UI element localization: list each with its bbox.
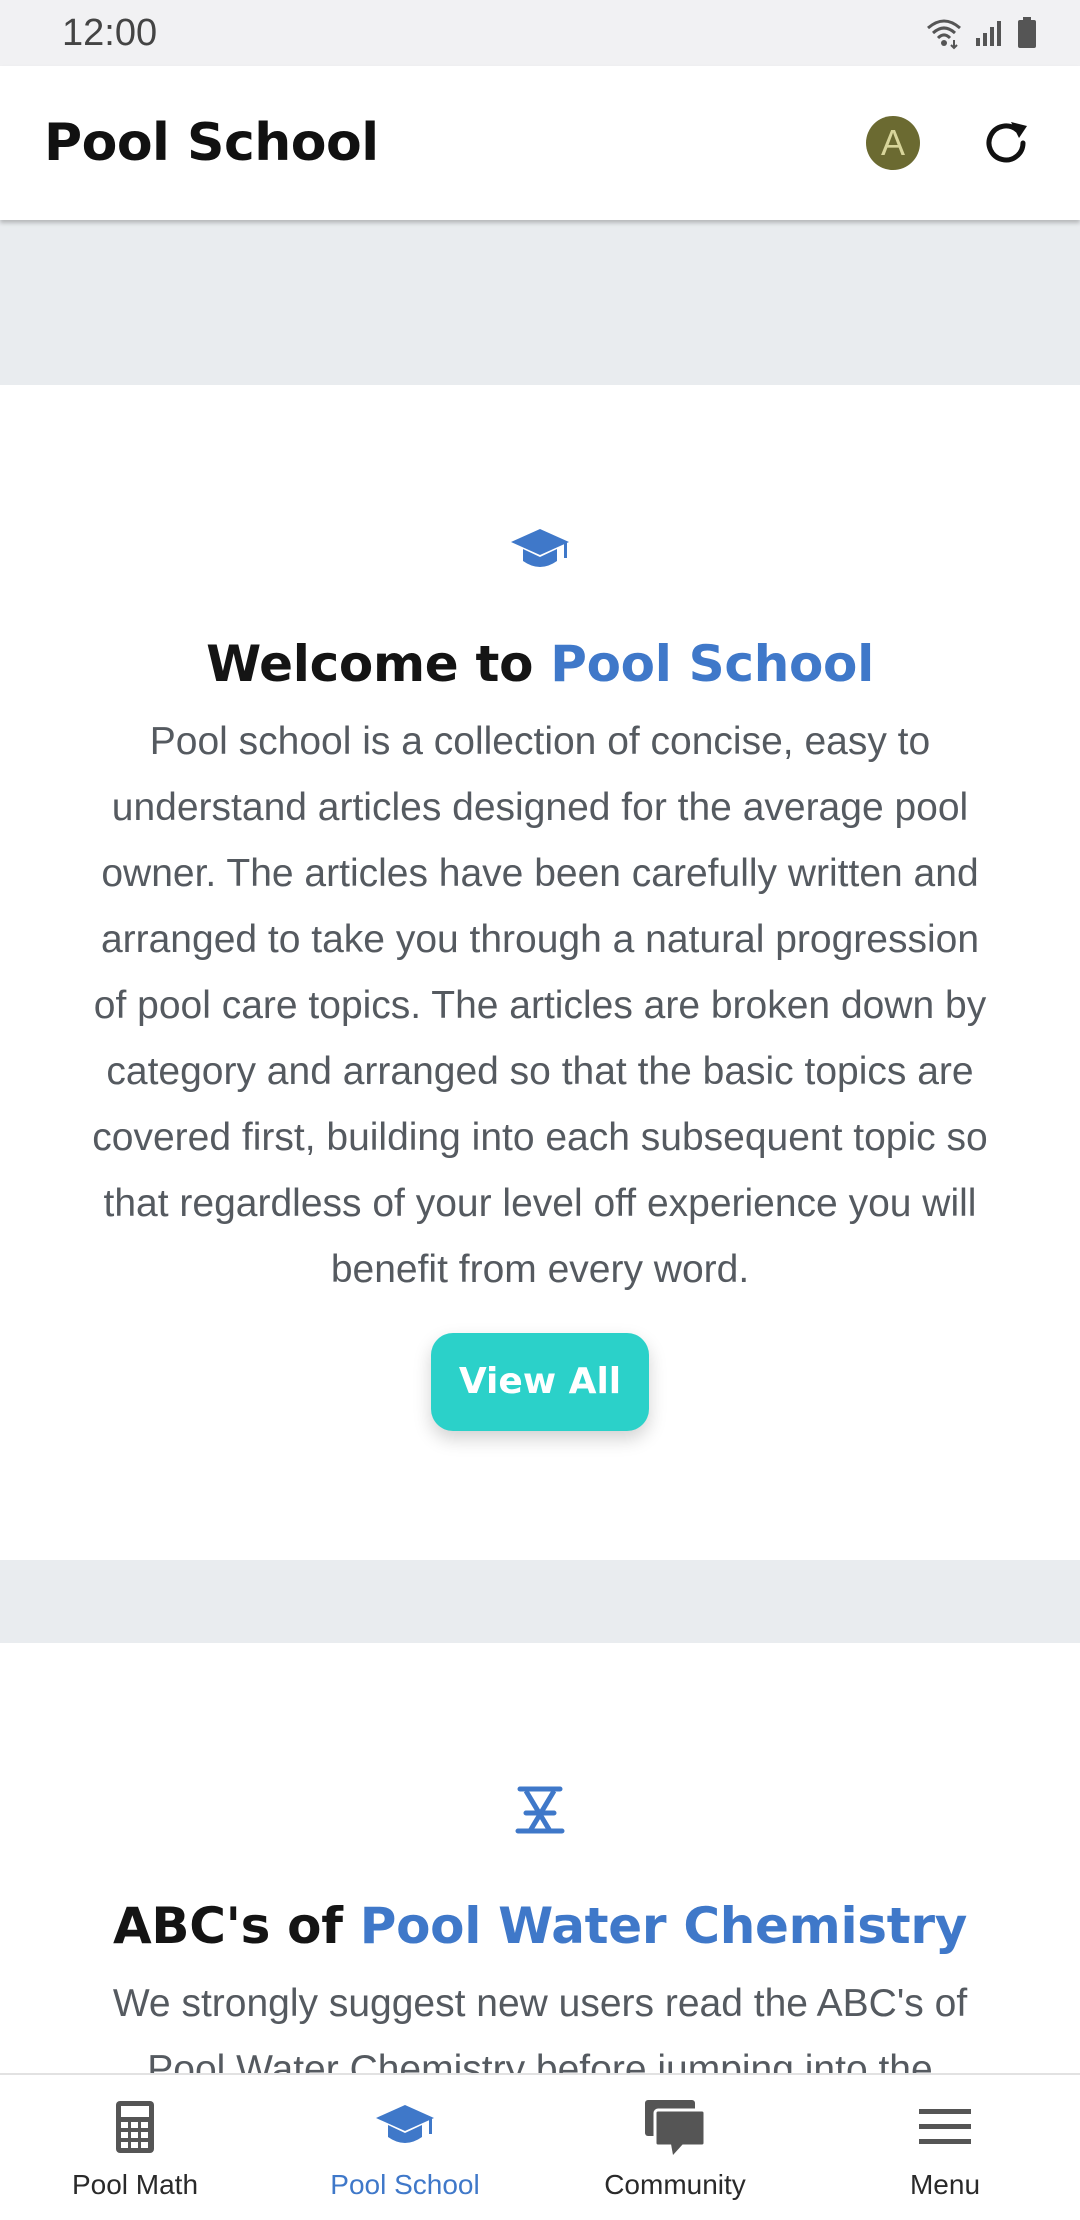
flask-icon (515, 1786, 565, 1834)
nav-item-pool-math[interactable]: Pool Math (0, 2075, 270, 2220)
refresh-button[interactable] (976, 113, 1036, 173)
avatar[interactable]: A (866, 116, 920, 170)
refresh-icon (986, 122, 1027, 163)
card-heading: ABC's of Pool Water Chemistry (0, 1897, 1080, 1955)
nav-item-menu[interactable]: Menu (810, 2075, 1080, 2220)
heading-prefix: ABC's of (112, 1897, 360, 1955)
status-bar: 12:00 (0, 0, 1080, 66)
nav-label: Pool School (330, 2169, 480, 2200)
app-bar: Pool School A (0, 66, 1080, 220)
status-time: 12:00 (62, 11, 158, 54)
nav-item-pool-school[interactable]: Pool School (270, 2075, 540, 2220)
nav-item-community[interactable]: Community (540, 2075, 810, 2220)
status-icons (924, 16, 1038, 50)
hamburger-menu-icon (919, 2109, 971, 2144)
battery-icon (1018, 17, 1036, 48)
welcome-card: Welcome to Pool School Pool school is a … (0, 385, 1080, 1560)
signal-icon (976, 21, 1001, 46)
heading-prefix: Welcome to (206, 635, 551, 693)
calculator-icon (116, 2101, 154, 2153)
card-icon-container (0, 1783, 1080, 1839)
heading-accent: Pool School (550, 635, 874, 693)
page-title: Pool School (44, 113, 379, 173)
bottom-navigation: Pool Math Pool School Community Menu (0, 2073, 1080, 2220)
card-icon-container (0, 525, 1080, 577)
nav-label: Community (604, 2169, 746, 2200)
nav-label: Pool Math (71, 2169, 199, 2200)
app-screen: 12:00 Pool School A Welcome to Pool Scho… (0, 0, 1080, 2220)
chat-bubbles-icon (645, 2100, 707, 2155)
graduation-cap-icon (376, 2105, 434, 2143)
app-bar-actions: A (866, 113, 1036, 173)
view-all-button[interactable]: View All (430, 1333, 650, 1431)
nav-label: Menu (909, 2169, 981, 2200)
graduation-cap-icon (511, 529, 569, 567)
heading-accent: Pool Water Chemistry (359, 1897, 968, 1955)
card-heading: Welcome to Pool School (0, 635, 1080, 693)
wifi-icon (927, 19, 961, 50)
card-description: Pool school is a collection of concise, … (92, 720, 988, 1291)
